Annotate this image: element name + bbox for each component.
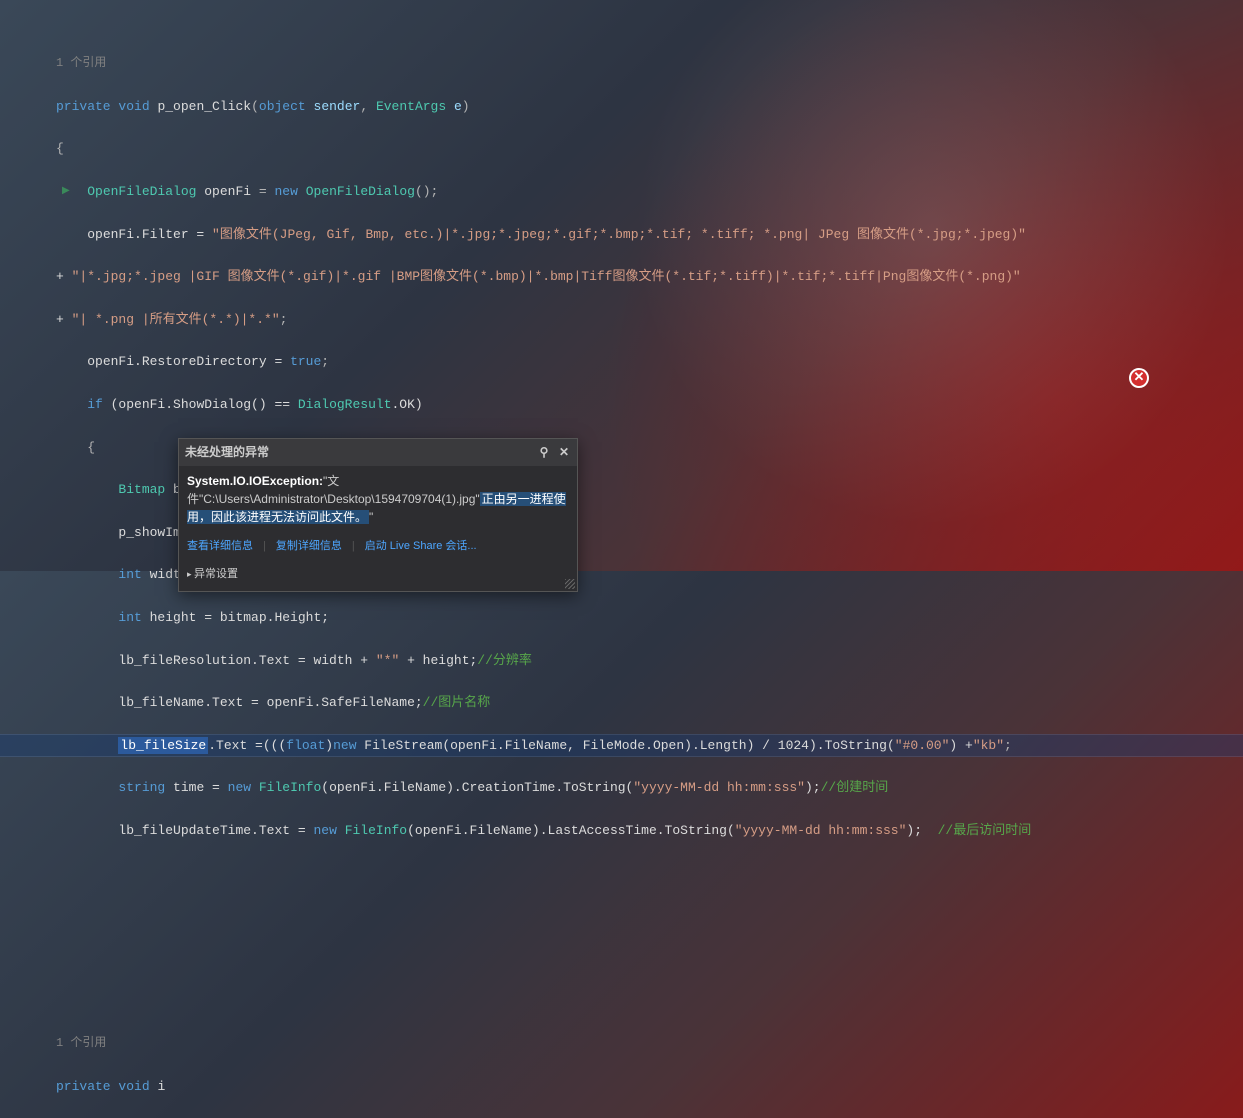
- current-exception-line[interactable]: lb_fileSize.Text =(((float)new FileStrea…: [0, 735, 1243, 756]
- selected-identifier: lb_fileSize: [118, 737, 208, 754]
- exception-type: System.IO.IOException:: [187, 474, 323, 488]
- exception-message: System.IO.IOException:"文件"C:\Users\Admin…: [179, 466, 577, 532]
- start-liveshare-link[interactable]: 启动 Live Share 会话...: [365, 536, 477, 557]
- codelens-references[interactable]: 1 个引用: [56, 53, 1243, 74]
- error-badge-icon[interactable]: ✕: [1129, 368, 1149, 388]
- exception-popup-titlebar[interactable]: 未经处理的异常 ⚲ ✕: [179, 439, 577, 466]
- close-icon[interactable]: ✕: [557, 442, 571, 463]
- keyword: private: [56, 99, 111, 114]
- copy-details-link[interactable]: 复制详细信息: [276, 536, 342, 557]
- view-details-link[interactable]: 查看详细信息: [187, 536, 253, 557]
- resize-grip-icon[interactable]: [565, 579, 575, 589]
- breakpoint-arrow-icon[interactable]: ▶: [62, 181, 70, 202]
- exception-popup[interactable]: 未经处理的异常 ⚲ ✕ System.IO.IOException:"文件"C:…: [178, 438, 578, 592]
- exception-settings-expander[interactable]: 异常设置: [179, 562, 577, 591]
- pin-icon[interactable]: ⚲: [537, 442, 551, 463]
- exception-popup-title: 未经处理的异常: [185, 442, 269, 463]
- codelens-references[interactable]: 1 个引用: [56, 1033, 1243, 1054]
